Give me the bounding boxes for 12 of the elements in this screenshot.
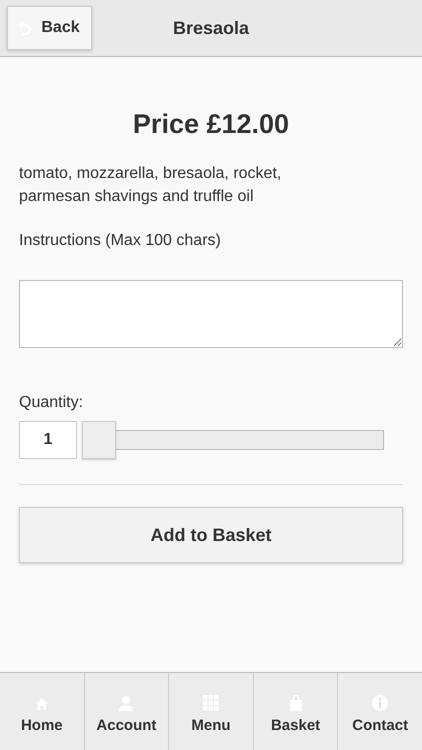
info-icon bbox=[372, 695, 388, 711]
instructions-label: Instructions (Max 100 chars) bbox=[19, 232, 222, 250]
instructions-field[interactable] bbox=[19, 280, 403, 348]
quantity-label: Quantity: bbox=[19, 394, 84, 412]
slider-handle[interactable] bbox=[82, 421, 116, 459]
quantity-field[interactable]: 1 bbox=[19, 421, 77, 459]
quantity-slider[interactable] bbox=[82, 421, 384, 459]
description-text: tomato, mozzarella, bresaola, rocket, parmesan shavings and truffle oil bbox=[19, 164, 282, 207]
add-to-basket-button[interactable]: Add to Basket bbox=[19, 507, 403, 563]
page-title: Bresaola bbox=[172, 18, 250, 38]
price-heading: Price £12.00 bbox=[132, 109, 290, 140]
back-button[interactable]: Back bbox=[7, 6, 92, 50]
